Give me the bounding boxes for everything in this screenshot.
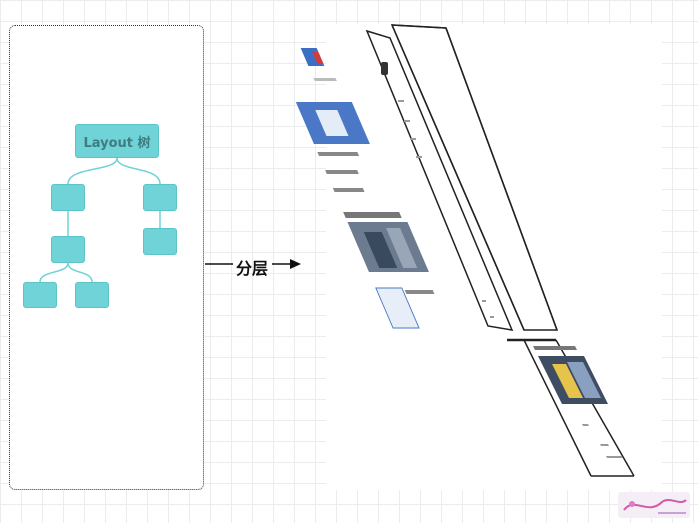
layer-back [365,29,514,331]
layer-middle-content [295,48,435,329]
watermark-logo [618,492,690,518]
layer-back-icon [381,62,388,75]
watermark-graphic [623,499,687,514]
layer-stack [295,24,635,477]
diagram-canvas: Layout 树 分层 [0,0,698,523]
layer-front-content [533,346,623,458]
